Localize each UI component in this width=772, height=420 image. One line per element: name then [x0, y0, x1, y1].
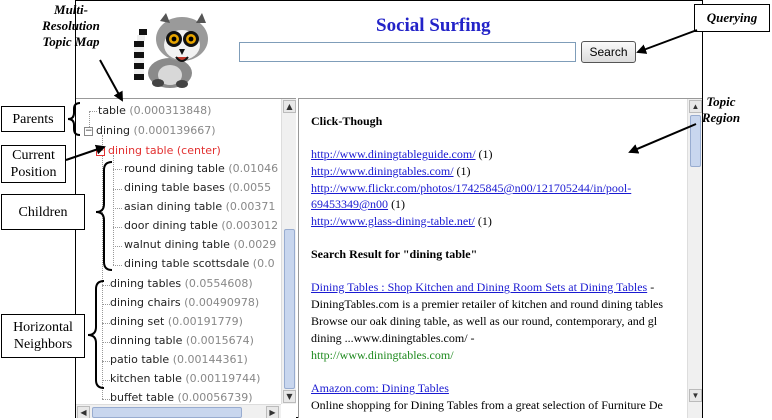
horizontal-neighbors-annotation: Horizontal Neighbors [1, 314, 85, 358]
result-snippet-line: Online shopping for Dining Tables from a… [311, 398, 663, 412]
tree-neighbor-node[interactable]: dinning table (0.0015674) [110, 333, 254, 349]
node-score: (0.000313848) [129, 104, 212, 117]
node-label: dining tables [110, 277, 182, 290]
lemur-logo [134, 13, 208, 88]
minus-toggle-icon[interactable]: − [96, 147, 105, 156]
search-result-heading: Search Result for "dining table" [311, 247, 478, 261]
node-score: (0.000139667) [133, 124, 216, 137]
node-score: (0.00371 [225, 200, 276, 213]
node-score: (0.00144361) [172, 353, 248, 366]
tree-child-node[interactable]: walnut dining table (0.0029 [124, 237, 276, 253]
clickthrough-item: 69453349@n00 (1) [311, 197, 405, 212]
current-position-annotation: Current Position [1, 145, 66, 183]
children-annotation: Children [1, 194, 85, 230]
clickthrough-item: http://www.glass-dining-table.net/ (1) [311, 214, 492, 229]
topic-region-annotation: Topic Region [701, 94, 741, 125]
node-score: (0.00490978) [184, 296, 260, 309]
clickthrough-count: (1) [478, 147, 493, 161]
result-snippet-line: Browse our oak dining table, as well as … [311, 314, 658, 328]
parents-annotation: Parents [1, 106, 65, 132]
result-snippet-line: DiningTables.com is a premier retailer o… [311, 297, 664, 311]
tree-neighbor-node[interactable]: patio table (0.00144361) [110, 352, 248, 368]
topic-map-pane: table (0.000313848) − dining (0.000139667… [76, 98, 296, 418]
node-score: (0.0 [252, 257, 275, 270]
result-snippet-line: dining ...www.diningtables.com/ - [311, 331, 475, 345]
result-link[interactable]: Amazon.com: Dining Tables [311, 381, 449, 395]
node-label: dining set [110, 315, 165, 328]
node-label: walnut dining table [124, 238, 230, 251]
node-score: (0.0015674) [185, 334, 254, 347]
tree-child-node[interactable]: dining table scottsdale (0.0 [124, 256, 275, 272]
tree-child-node[interactable]: dining table bases (0.0055 [124, 180, 271, 196]
node-score: (0.003012 [221, 219, 279, 232]
tree-neighbor-node[interactable]: dining chairs (0.00490978) [110, 295, 259, 311]
result-url: http://www.diningtables.com/ [311, 348, 454, 362]
social-surfing-window: Social Surfing Search table (0.000313848… [75, 0, 703, 418]
topic-region-vertical-scrollbar[interactable]: ▲ ▼ [687, 99, 702, 418]
search-result-title: Dining Tables : Shop Kitchen and Dining … [311, 280, 654, 295]
clickthrough-link[interactable]: http://www.flickr.com/photos/17425845@n0… [311, 181, 631, 195]
scroll-left-icon[interactable]: ◀ [77, 406, 90, 418]
tree-neighbor-node[interactable]: kitchen table (0.00119744) [110, 371, 260, 387]
node-label: round dining table [124, 162, 225, 175]
search-input[interactable] [239, 42, 576, 62]
node-label: dining table scottsdale [124, 257, 250, 270]
result-link[interactable]: Dining Tables : Shop Kitchen and Dining … [311, 280, 647, 294]
clickthrough-item: http://www.flickr.com/photos/17425845@n0… [311, 181, 631, 196]
tree-vertical-scrollbar[interactable]: ▲ ▼ [281, 99, 296, 404]
node-label: asian dining table [124, 200, 223, 213]
search-result-title: Amazon.com: Dining Tables [311, 381, 449, 396]
header: Social Surfing Search [76, 1, 702, 97]
clickthrough-count: (1) [477, 214, 492, 228]
scroll-thumb[interactable] [284, 229, 295, 389]
node-label: kitchen table [110, 372, 182, 385]
node-score: (0.0029 [233, 238, 277, 251]
scroll-thumb[interactable] [92, 407, 242, 418]
node-label: dining table bases [124, 181, 225, 194]
node-label: dining chairs [110, 296, 181, 309]
node-score: (0.00056739) [177, 391, 253, 404]
app-title: Social Surfing [376, 15, 491, 36]
clickthrough-item: http://www.diningtables.com/ (1) [311, 164, 471, 179]
node-score: (0.01046 [228, 162, 279, 175]
scroll-up-icon[interactable]: ▲ [283, 100, 296, 113]
tree-current-node[interactable]: − dining table (center) [96, 143, 221, 159]
node-label: patio table [110, 353, 170, 366]
node-label: dinning table [110, 334, 183, 347]
clickthrough-link[interactable]: http://www.glass-dining-table.net/ [311, 214, 475, 228]
search-button[interactable]: Search [581, 41, 636, 63]
clickthrough-link[interactable]: http://www.diningtables.com/ [311, 164, 454, 178]
node-score: (0.0055 [228, 181, 272, 194]
minus-toggle-icon[interactable]: − [84, 127, 93, 136]
node-label: dining [96, 124, 131, 137]
scroll-down-icon[interactable]: ▼ [283, 390, 296, 403]
scroll-right-icon[interactable]: ▶ [266, 406, 279, 418]
current-node-label: dining table (center) [108, 144, 221, 157]
tree-child-node[interactable]: asian dining table (0.00371 [124, 199, 275, 215]
querying-annotation: Querying [694, 4, 770, 32]
node-score: (0.00191779) [167, 315, 243, 328]
tree-neighbor-node[interactable]: dining tables (0.0554608) [110, 276, 253, 292]
node-label: table [98, 104, 126, 117]
clickthrough-heading: Click-Though [311, 114, 383, 128]
clickthrough-link[interactable]: http://www.diningtableguide.com/ [311, 147, 476, 161]
clickthrough-count: (1) [456, 164, 471, 178]
tree-child-node[interactable]: door dining table (0.003012 [124, 218, 278, 234]
topic-map-annotation: Multi-Resolution Topic Map [42, 2, 100, 49]
clickthrough-item: http://www.diningtableguide.com/ (1) [311, 147, 493, 162]
tree-parent-node[interactable]: table (0.000313848) [98, 103, 211, 119]
topic-region-pane: Click-Though http://www.diningtableguide… [298, 98, 702, 418]
clickthrough-link[interactable]: 69453349@n00 [311, 197, 388, 211]
tree-parent-node[interactable]: − dining (0.000139667) [84, 123, 216, 139]
node-label: buffet table [110, 391, 174, 404]
clickthrough-count: (1) [391, 197, 406, 211]
result-title-suffix: - [650, 280, 655, 294]
tree-child-node[interactable]: round dining table (0.01046 [124, 161, 278, 177]
tree-neighbor-node[interactable]: dining set (0.00191779) [110, 314, 243, 330]
node-label: door dining table [124, 219, 218, 232]
node-score: (0.0554608) [184, 277, 253, 290]
tree-horizontal-scrollbar[interactable]: ◀ ▶ [76, 404, 281, 418]
node-score: (0.00119744) [185, 372, 261, 385]
scroll-down-icon[interactable]: ▼ [689, 389, 702, 402]
